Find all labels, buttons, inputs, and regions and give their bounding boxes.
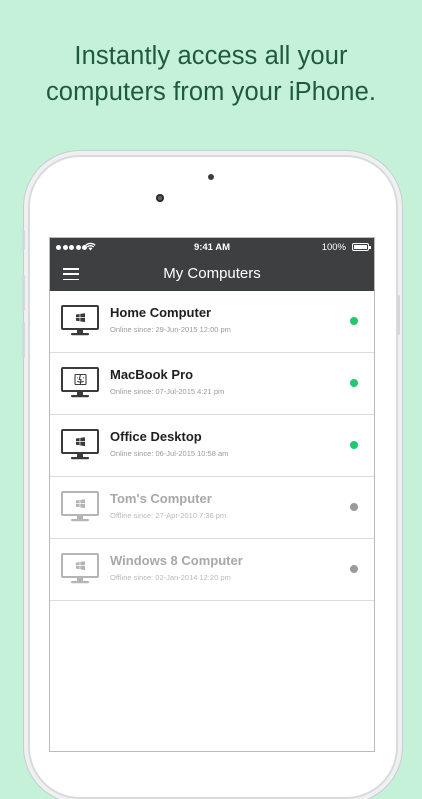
computer-status-text: Offline since: 02-Jan-2014 12:20 pm [110,573,231,582]
computer-row[interactable]: Office Desktop Online since: 06-Jul-2015 … [50,415,374,477]
power-button [397,295,400,335]
headline-line-1: Instantly access all your [74,42,348,70]
computer-name: Windows 8 Computer [110,553,243,568]
status-bar: 9:41 AM 100% [50,238,374,258]
windows-monitor-icon [61,429,99,460]
battery-icon [352,243,371,251]
page-title: My Computers [163,265,261,282]
computer-name: Office Desktop [110,429,202,444]
nav-bar: My Computers [50,258,374,291]
computer-row[interactable]: Windows 8 Computer Offline since: 02-Jan-… [50,539,374,601]
windows-monitor-icon [61,553,99,584]
volume-up-button [22,275,25,311]
status-indicator [350,317,358,325]
computer-status-text: Online since: 06-Jul-2015 10:58 am [110,449,229,458]
status-indicator [350,441,358,449]
windows-monitor-icon [61,491,99,522]
status-indicator [350,503,358,511]
mute-switch [22,230,25,250]
computer-row[interactable]: MacBook Pro Online since: 07-Jul-2015 4:2… [50,353,374,415]
mac-monitor-icon [61,367,99,398]
proximity-sensor [208,174,214,180]
status-indicator [350,379,358,387]
computer-name: Home Computer [110,305,212,320]
computer-status-text: Online since: 07-Jul-2015 4:21 pm [110,387,225,396]
computer-row[interactable]: Tom's Computer Offline since: 27-Apr-2010… [50,477,374,539]
front-camera-icon [156,194,164,202]
status-indicator [350,565,358,573]
phone-screen: 9:41 AM 100% My Computers Home Computer O… [49,237,375,752]
marketing-headline: Instantly access all your computers from… [0,38,422,110]
battery-percentage: 100% [321,242,346,253]
computer-row[interactable]: Home Computer Online since: 29-Jun-2015 1… [50,291,374,353]
computer-status-text: Offline since: 27-Apr-2010 7:36 pm [110,511,227,520]
windows-monitor-icon [61,305,99,336]
computer-name: MacBook Pro [110,367,194,382]
computer-name: Tom's Computer [110,491,212,506]
computer-list: Home Computer Online since: 29-Jun-2015 1… [50,291,374,601]
volume-down-button [22,322,25,358]
headline-line-2: computers from your iPhone. [45,78,377,106]
computer-status-text: Online since: 29-Jun-2015 12:00 pm [110,325,231,334]
